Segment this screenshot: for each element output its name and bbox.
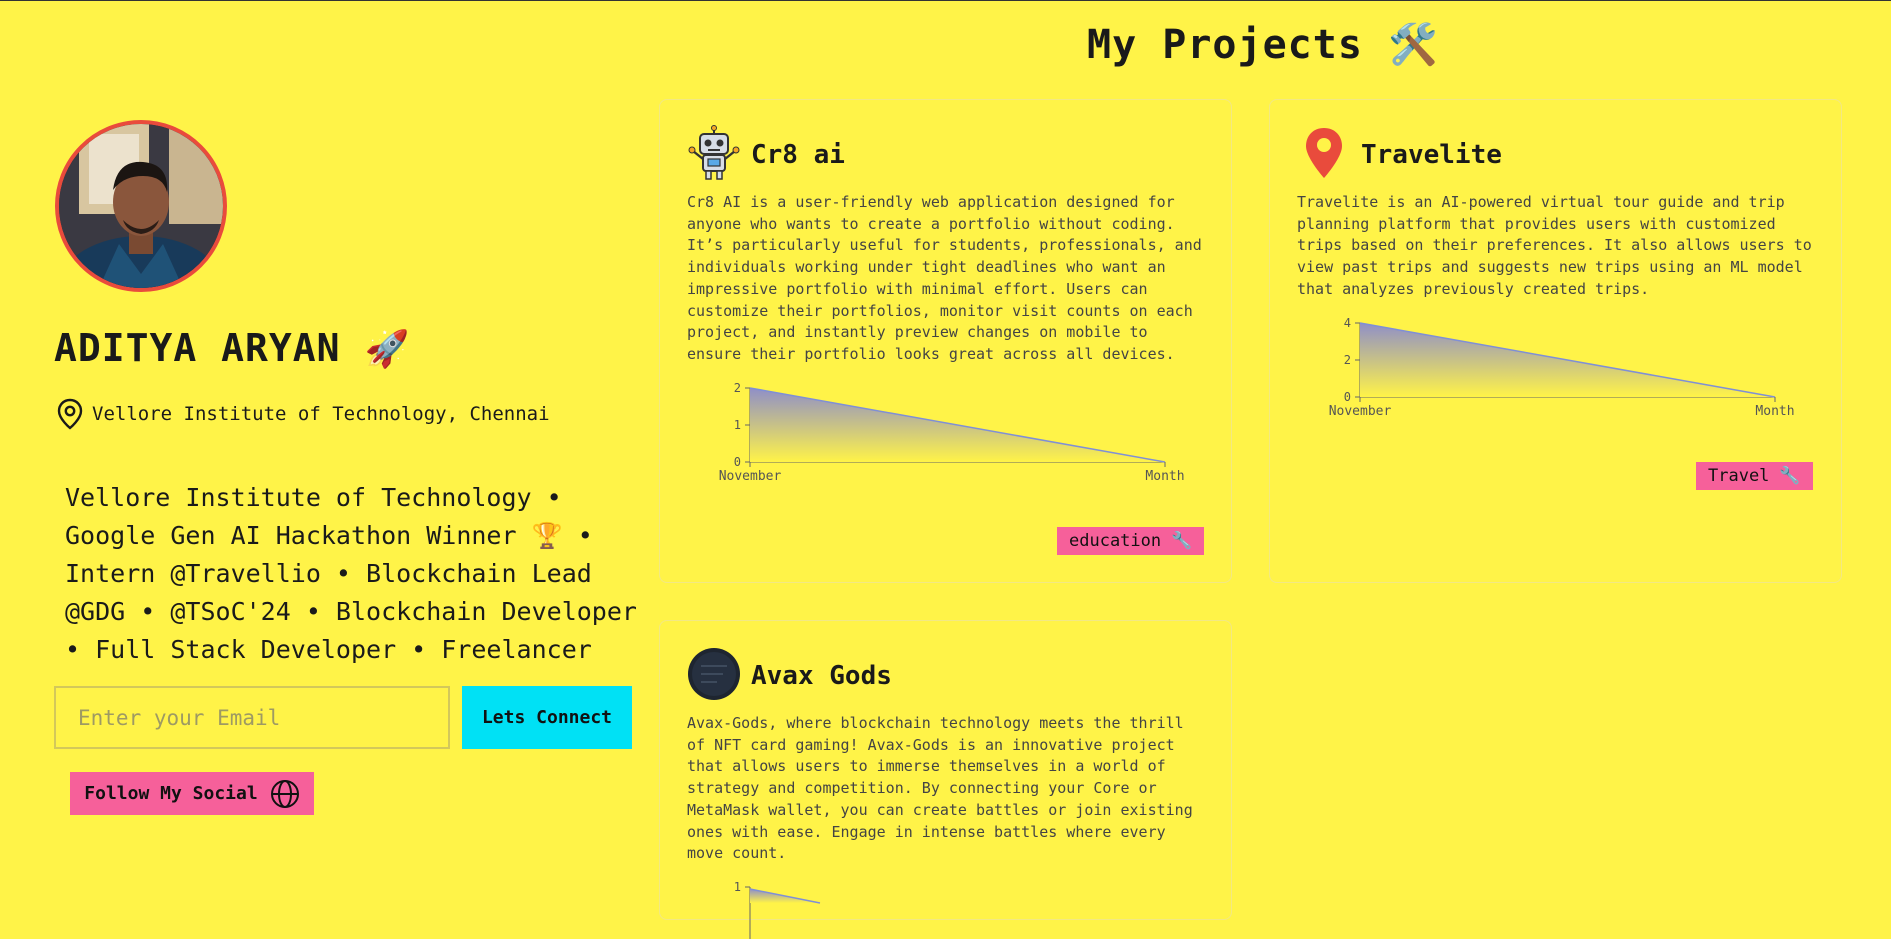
map-pin-icon	[1297, 125, 1351, 185]
project-chart: 0 1 2 November Month	[719, 381, 1185, 484]
lets-connect-button[interactable]: Lets Connect	[462, 686, 632, 749]
avax-logo-icon	[687, 646, 741, 706]
y-tick-label: 4	[1344, 316, 1351, 330]
location-text: Vellore Institute of Technology, Chennai	[92, 403, 550, 425]
rocket-icon: 🚀	[364, 329, 411, 370]
robot-icon	[687, 125, 741, 185]
y-tick-label: 2	[734, 381, 741, 395]
globe-icon	[270, 779, 299, 808]
x-tick-label: Month	[1145, 469, 1184, 484]
tools-icon: 🛠️	[1388, 22, 1439, 68]
project-description: Travelite is an AI-powered virtual tour …	[1297, 193, 1812, 298]
project-title: Travelite	[1361, 140, 1502, 170]
project-tag[interactable]: education 🔧	[1057, 527, 1205, 555]
y-tick-label: 1	[734, 880, 741, 894]
x-tick-label: November	[719, 469, 782, 484]
project-card-avax-gods[interactable]: Avax Gods Avax-Gods, where blockchain te…	[659, 620, 1232, 939]
project-description: Cr8 AI is a user-friendly web applicatio…	[687, 193, 1202, 363]
profile-name: ADITYA ARYAN 🚀	[54, 326, 411, 370]
project-card-travelite[interactable]: Travelite Travelite is an AI-powered vir…	[1269, 99, 1842, 583]
project-card-cr8-ai[interactable]: Cr8 ai Cr8 AI is a user-friendly web app…	[659, 99, 1232, 583]
project-tag[interactable]: Travel 🔧	[1696, 462, 1813, 490]
x-tick-label: Month	[1755, 404, 1794, 419]
follow-social-button[interactable]: Follow My Social	[70, 772, 314, 815]
project-title: Cr8 ai	[751, 140, 845, 170]
x-tick-label: November	[1329, 404, 1392, 419]
y-tick-label: 2	[1344, 353, 1351, 367]
y-tick-label: 1	[734, 418, 741, 432]
avatar	[55, 120, 227, 292]
tag-label: education	[1069, 531, 1162, 551]
page-title: My Projects 🛠️	[1087, 22, 1439, 68]
wrench-icon: 🔧	[1779, 466, 1801, 486]
project-chart: 0 2 4 November Month	[1329, 316, 1795, 419]
tag-label: Travel	[1708, 466, 1770, 486]
project-chart: 1	[734, 880, 821, 939]
bio: Vellore Institute of Technology • Google…	[65, 483, 637, 664]
project-title: Avax Gods	[751, 661, 892, 691]
y-tick-label: 0	[734, 455, 741, 469]
follow-social-label: Follow My Social	[84, 783, 258, 804]
wrench-icon: 🔧	[1171, 531, 1193, 551]
y-tick-label: 0	[1344, 390, 1351, 404]
email-input[interactable]	[54, 686, 450, 749]
project-description: Avax-Gods, where blockchain technology m…	[687, 714, 1193, 863]
location: Vellore Institute of Technology, Chennai	[56, 398, 550, 430]
location-pin-icon	[57, 398, 83, 430]
